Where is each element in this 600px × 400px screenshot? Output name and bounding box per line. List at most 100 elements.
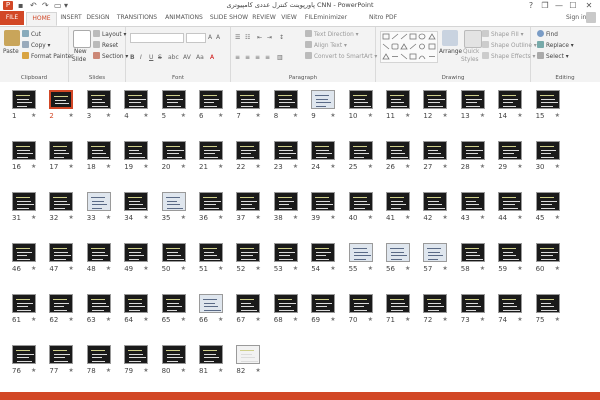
slide-preview[interactable] xyxy=(199,141,223,160)
transition-star-icon[interactable]: ★ xyxy=(442,214,447,222)
change-case-button[interactable]: Aa xyxy=(196,53,204,62)
slide-preview[interactable] xyxy=(161,141,186,160)
transition-star-icon[interactable]: ★ xyxy=(480,112,485,120)
slide-preview[interactable] xyxy=(423,141,448,160)
grow-font-icon[interactable]: A xyxy=(208,33,212,42)
transition-star-icon[interactable]: ★ xyxy=(255,367,260,375)
slide-thumbnail[interactable]: 50 ★ xyxy=(161,243,186,273)
slide-preview[interactable] xyxy=(49,345,74,364)
slide-thumbnail[interactable]: 72 ★ xyxy=(423,294,448,324)
slide-preview[interactable] xyxy=(386,243,410,262)
slide-thumbnail[interactable]: 45 ★ xyxy=(535,192,560,222)
slide-thumbnail[interactable]: 16 ★ xyxy=(12,141,36,171)
slide-thumbnail[interactable]: 1 ★ xyxy=(12,90,36,120)
slide-thumbnail[interactable]: 26 ★ xyxy=(386,141,410,171)
slide-thumbnail[interactable]: 42 ★ xyxy=(423,192,448,222)
slide-thumbnail[interactable]: 77 ★ xyxy=(49,345,74,375)
slide-thumbnail[interactable]: 25 ★ xyxy=(348,141,373,171)
slide-preview[interactable] xyxy=(535,192,560,211)
transition-star-icon[interactable]: ★ xyxy=(255,163,260,171)
font-name-select[interactable] xyxy=(130,33,184,43)
slide-thumbnail[interactable]: 30 ★ xyxy=(535,141,560,171)
transition-star-icon[interactable]: ★ xyxy=(405,112,410,120)
slide-thumbnail[interactable]: 35 ★ xyxy=(161,192,186,222)
slide-preview[interactable] xyxy=(498,192,523,211)
slide-thumbnail[interactable]: 65 ★ xyxy=(161,294,186,324)
shape-fill-button[interactable]: Shape Fill ▾ xyxy=(482,30,524,39)
slide-preview[interactable] xyxy=(498,90,523,109)
transition-star-icon[interactable]: ★ xyxy=(330,112,335,120)
slide-preview[interactable] xyxy=(161,243,186,262)
slide-preview[interactable] xyxy=(124,192,149,211)
help-icon[interactable]: ? xyxy=(524,0,538,11)
slide-preview[interactable] xyxy=(460,294,485,313)
slide-preview[interactable] xyxy=(386,192,410,211)
slide-thumbnail[interactable]: 5 ★ xyxy=(161,90,186,120)
tab-slide-show[interactable]: SLIDE SHOW xyxy=(209,12,249,24)
transition-star-icon[interactable]: ★ xyxy=(405,163,410,171)
slide-thumbnail[interactable]: 4 ★ xyxy=(124,90,149,120)
increase-indent-icon[interactable]: ⇥ xyxy=(267,33,272,42)
slide-preview[interactable] xyxy=(535,90,560,109)
slide-preview[interactable] xyxy=(12,345,36,364)
transition-star-icon[interactable]: ★ xyxy=(405,316,410,324)
slide-preview[interactable] xyxy=(12,192,36,211)
transition-star-icon[interactable]: ★ xyxy=(480,163,485,171)
convert-smartart-button[interactable]: Convert to SmartArt ▾ xyxy=(305,52,377,61)
slide-thumbnail[interactable]: 80 ★ xyxy=(161,345,186,375)
paste-button[interactable]: Paste xyxy=(3,48,19,57)
transition-star-icon[interactable]: ★ xyxy=(68,214,73,222)
slide-preview[interactable] xyxy=(236,345,261,364)
transition-star-icon[interactable]: ★ xyxy=(218,265,223,273)
slide-thumbnail[interactable]: 53 ★ xyxy=(273,243,298,273)
strikethrough-button[interactable]: S xyxy=(158,53,162,62)
slide-thumbnail[interactable]: 47 ★ xyxy=(49,243,74,273)
slide-preview[interactable] xyxy=(273,192,298,211)
slide-preview[interactable] xyxy=(161,90,186,109)
maximize-icon[interactable]: ☐ xyxy=(566,0,580,11)
slide-preview[interactable] xyxy=(273,90,298,109)
slide-preview[interactable] xyxy=(49,243,74,262)
slide-preview[interactable] xyxy=(273,141,298,160)
slide-thumbnail[interactable]: 27 ★ xyxy=(423,141,448,171)
format-painter-button[interactable]: Format Painter xyxy=(22,52,74,61)
slide-thumbnail[interactable]: 52 ★ xyxy=(236,243,261,273)
slide-thumbnail[interactable]: 63 ★ xyxy=(86,294,111,324)
transition-star-icon[interactable]: ★ xyxy=(106,316,111,324)
slide-thumbnail[interactable]: 60 ★ xyxy=(535,243,560,273)
shapes-gallery[interactable] xyxy=(380,31,438,63)
reset-button[interactable]: Reset xyxy=(93,41,118,50)
slide-thumbnail[interactable]: 40 ★ xyxy=(348,192,373,222)
tab-nitro-pdf[interactable]: Nitro PDF Professional xyxy=(352,12,414,33)
slide-preview[interactable] xyxy=(236,243,261,262)
slide-preview[interactable] xyxy=(311,294,336,313)
tab-design[interactable]: DESIGN xyxy=(86,12,110,24)
shrink-font-icon[interactable]: A xyxy=(216,33,220,42)
slide-preview[interactable] xyxy=(236,192,261,211)
user-avatar[interactable] xyxy=(586,12,596,23)
slide-preview[interactable] xyxy=(161,192,186,211)
transition-star-icon[interactable]: ★ xyxy=(293,316,298,324)
slide-preview[interactable] xyxy=(124,345,149,364)
slide-preview[interactable] xyxy=(199,345,223,364)
slide-preview[interactable] xyxy=(86,90,111,109)
transition-star-icon[interactable]: ★ xyxy=(517,112,522,120)
slide-thumbnail[interactable]: 23 ★ xyxy=(273,141,298,171)
slide-thumbnail[interactable]: 66 ★ xyxy=(199,294,223,324)
slide-thumbnail[interactable]: 34 ★ xyxy=(124,192,149,222)
slide-preview[interactable] xyxy=(12,90,36,109)
slide-preview[interactable] xyxy=(348,90,373,109)
transition-star-icon[interactable]: ★ xyxy=(218,316,223,324)
line-spacing-icon[interactable]: ↕ xyxy=(279,33,284,42)
replace-button[interactable]: Replace ▾ xyxy=(537,41,574,50)
transition-star-icon[interactable]: ★ xyxy=(517,214,522,222)
transition-star-icon[interactable]: ★ xyxy=(442,265,447,273)
text-direction-button[interactable]: Text Direction ▾ xyxy=(305,30,359,39)
transition-star-icon[interactable]: ★ xyxy=(143,367,148,375)
ribbon-display-icon[interactable]: ❐ xyxy=(538,0,552,11)
slide-preview[interactable] xyxy=(460,90,485,109)
slide-preview[interactable] xyxy=(423,243,448,262)
transition-star-icon[interactable]: ★ xyxy=(368,214,373,222)
transition-star-icon[interactable]: ★ xyxy=(218,367,223,375)
close-icon[interactable]: ✕ xyxy=(582,0,596,11)
